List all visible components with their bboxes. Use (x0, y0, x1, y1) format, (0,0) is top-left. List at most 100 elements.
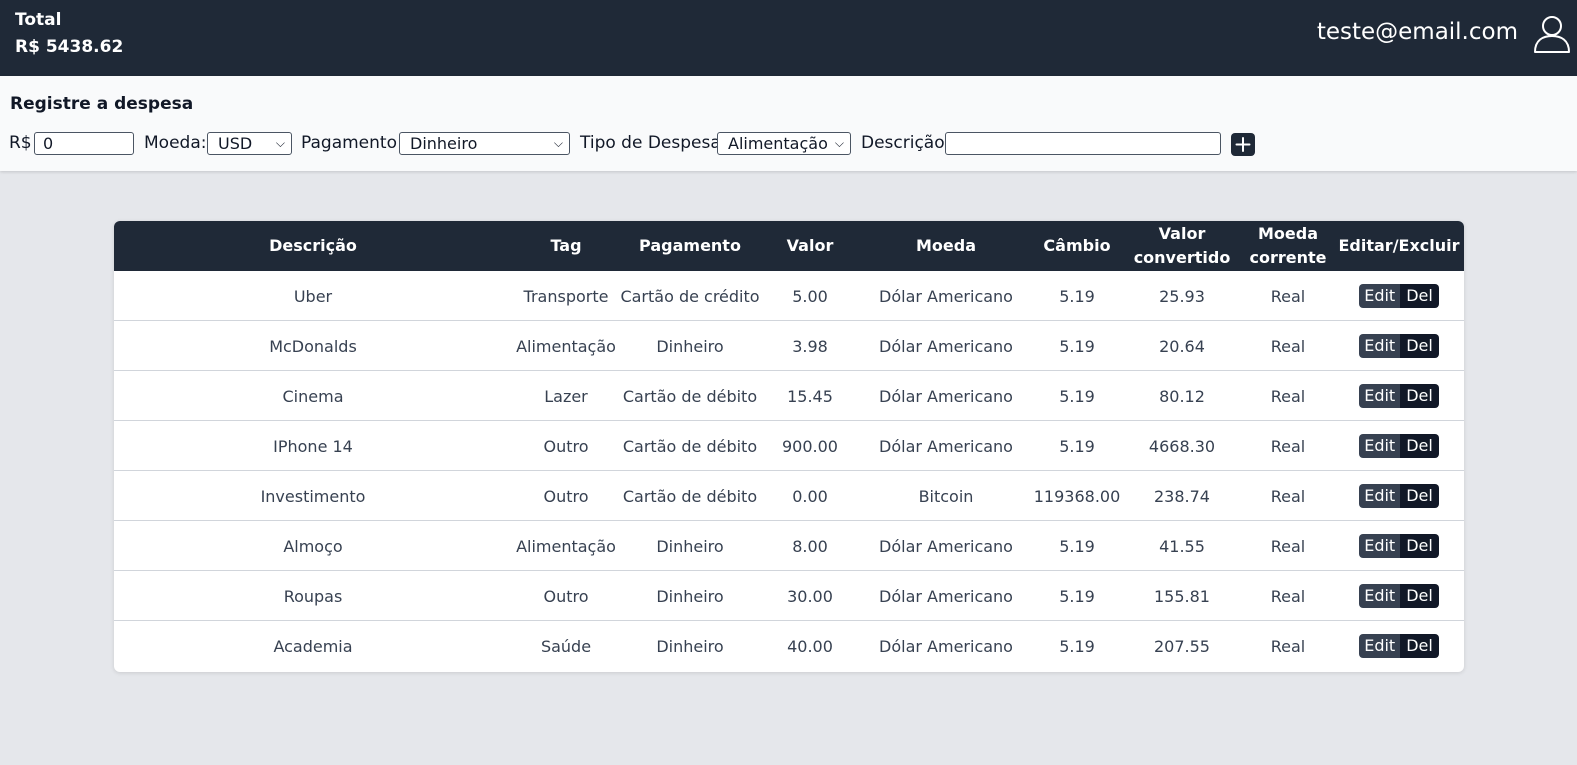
table-row: Uber Transporte Cartão de crédito 5.00 Dólar… (114, 271, 1464, 321)
expense-type-label: Tipo de Despesa: (580, 133, 727, 153)
cell-cambio: 5.19 (1059, 586, 1095, 606)
cell-moeda-corrente: Real (1270, 386, 1306, 406)
cell-descricao: Academia (273, 636, 353, 656)
currency-selected: USD (218, 134, 253, 153)
header-editar-excluir: Editar/Excluir (1338, 236, 1460, 255)
cell-pagamento: Dinheiro (656, 336, 724, 356)
delete-button[interactable]: Del (1400, 584, 1439, 608)
cell-descricao: Uber (293, 286, 333, 306)
cell-cambio: 5.19 (1059, 386, 1095, 406)
cell-actions: Edit Del (1334, 271, 1464, 321)
cell-tag: Outro (543, 586, 589, 606)
header-valor: Valor (786, 236, 834, 255)
cell-moeda: Dólar Americano (879, 336, 1013, 356)
delete-button[interactable]: Del (1400, 484, 1439, 508)
payment-select[interactable]: Dinheiro ⌵ (399, 132, 570, 155)
header-valor-convertido: Valor convertido (1133, 224, 1231, 267)
expense-type-select[interactable]: Alimentação ⌵ (717, 132, 851, 155)
edit-button[interactable]: Edit (1359, 284, 1401, 308)
table-row: IPhone 14 Outro Cartão de débito 900.00 Dóla… (114, 421, 1464, 471)
cell-moeda: Dólar Americano (879, 636, 1013, 656)
cell-actions: Edit Del (1334, 321, 1464, 371)
cell-moeda-corrente: Real (1270, 586, 1306, 606)
cell-tag: Saúde (540, 636, 592, 656)
table-row: Academia Saúde Dinheiro 40.00 Dólar American… (114, 621, 1464, 671)
cell-tag: Transporte (523, 286, 609, 306)
cell-valor: 5.00 (792, 286, 828, 306)
expense-form (0, 76, 1577, 171)
edit-button[interactable]: Edit (1359, 484, 1401, 508)
cell-actions: Edit Del (1334, 471, 1464, 521)
cell-descricao: McDonalds (269, 336, 357, 356)
edit-button[interactable]: Edit (1359, 334, 1401, 358)
cell-moeda: Dólar Americano (879, 586, 1013, 606)
edit-button[interactable]: Edit (1359, 584, 1401, 608)
edit-button[interactable]: Edit (1359, 534, 1401, 558)
table-header: Descrição Tag Pagamento Valor Moeda Câmb… (114, 221, 1464, 271)
currency-select[interactable]: USD ⌵ (207, 132, 292, 155)
delete-button[interactable]: Del (1400, 334, 1439, 358)
table-row: Investimento Outro Cartão de débito 0.00 Bit… (114, 471, 1464, 521)
cell-moeda-corrente: Real (1270, 636, 1306, 656)
chevron-down-icon: ⌵ (275, 136, 285, 150)
table-row: Almoço Alimentação Dinheiro 8.00 Dólar Ameri… (114, 521, 1464, 571)
delete-button[interactable]: Del (1400, 384, 1439, 408)
cell-tag: Lazer (544, 386, 588, 406)
cell-valor-convertido: 238.74 (1154, 486, 1210, 506)
cell-moeda-corrente: Real (1270, 536, 1306, 556)
add-expense-button[interactable] (1231, 133, 1255, 156)
cell-pagamento: Dinheiro (656, 536, 724, 556)
cell-valor: 3.98 (792, 336, 828, 356)
table-row: McDonalds Alimentação Dinheiro 3.98 Dólar Am… (114, 321, 1464, 371)
cell-valor-convertido: 80.12 (1159, 386, 1205, 406)
value-input[interactable]: 0 (34, 132, 134, 155)
row-actions: Edit Del (1359, 584, 1439, 608)
header-moeda: Moeda (915, 236, 976, 255)
header-moeda-corrente: Moeda corrente (1249, 224, 1327, 267)
row-actions: Edit Del (1359, 534, 1439, 558)
cell-moeda: Dólar Americano (879, 436, 1013, 456)
chevron-down-icon: ⌵ (553, 136, 563, 150)
cell-valor-convertido: 155.81 (1154, 586, 1210, 606)
delete-button[interactable]: Del (1400, 284, 1439, 308)
top-bar: Total R$ 5438.62 teste@email.com (0, 0, 1577, 76)
cell-pagamento: Cartão de débito (622, 386, 758, 406)
cell-moeda: Bitcoin (918, 486, 974, 506)
cell-cambio: 5.19 (1059, 636, 1095, 656)
cell-valor: 900.00 (782, 436, 838, 456)
row-actions: Edit Del (1359, 284, 1439, 308)
header-pagamento: Pagamento (639, 236, 741, 255)
edit-button[interactable]: Edit (1359, 384, 1401, 408)
plus-icon (1235, 137, 1251, 152)
cell-valor-convertido: 4668.30 (1148, 436, 1216, 456)
cell-moeda: Dólar Americano (879, 286, 1013, 306)
delete-button[interactable]: Del (1400, 434, 1439, 458)
header-descricao: Descrição (269, 236, 357, 255)
total-value: R$ 5438.62 (15, 37, 124, 57)
header-cambio: Câmbio (1043, 236, 1111, 255)
cell-actions: Edit Del (1334, 621, 1464, 671)
edit-button[interactable]: Edit (1359, 634, 1401, 658)
currency-label: Moeda: (144, 133, 207, 153)
cell-valor: 30.00 (787, 586, 833, 606)
expense-type-selected: Alimentação (728, 134, 828, 153)
row-actions: Edit Del (1359, 434, 1439, 458)
cell-valor-convertido: 41.55 (1159, 536, 1205, 556)
cell-pagamento: Dinheiro (656, 586, 724, 606)
total-label: Total (15, 10, 62, 30)
row-actions: Edit Del (1359, 634, 1439, 658)
cell-cambio: 119368.00 (1033, 486, 1121, 506)
cell-pagamento: Cartão de débito (622, 436, 758, 456)
row-actions: Edit Del (1359, 384, 1439, 408)
cell-tag: Outro (543, 436, 589, 456)
edit-button[interactable]: Edit (1359, 434, 1401, 458)
user-icon[interactable] (1533, 14, 1571, 54)
cell-cambio: 5.19 (1059, 536, 1095, 556)
payment-label: Pagamento: (301, 133, 403, 153)
cell-moeda-corrente: Real (1270, 436, 1306, 456)
cell-actions: Edit Del (1334, 521, 1464, 571)
delete-button[interactable]: Del (1400, 634, 1439, 658)
description-input[interactable] (945, 132, 1221, 155)
row-actions: Edit Del (1359, 334, 1439, 358)
delete-button[interactable]: Del (1400, 534, 1439, 558)
